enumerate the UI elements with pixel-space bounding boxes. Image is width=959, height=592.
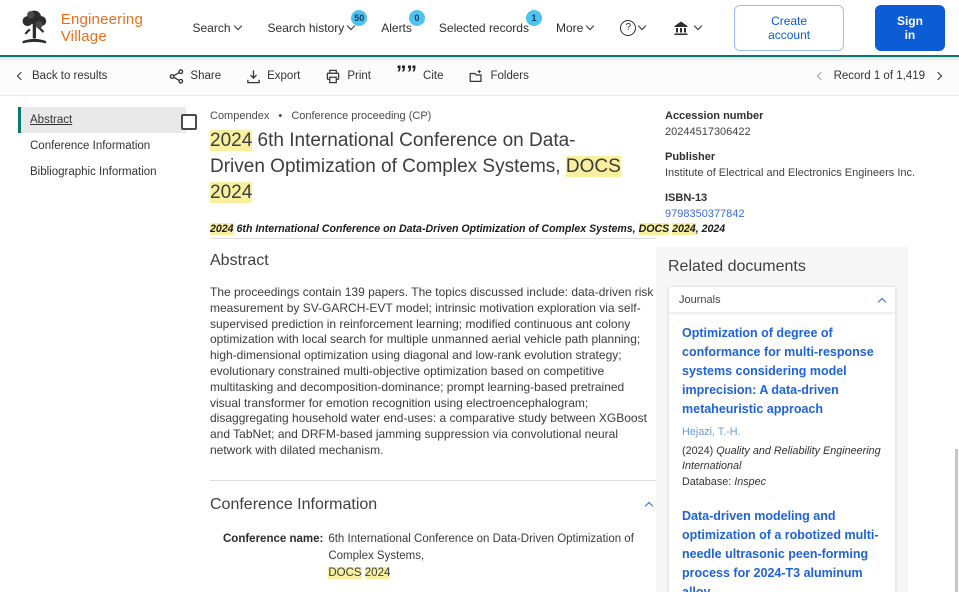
publisher-value: Institute of Electrical and Electronics …	[665, 167, 950, 179]
print-icon	[325, 69, 341, 84]
next-record-icon[interactable]	[934, 72, 942, 80]
record-toolbar: Back to results Share Export Print ””	[0, 57, 959, 96]
isbn-link[interactable]: 9798350377842	[665, 208, 950, 220]
article-authors[interactable]: Hejazi, T.-H.	[682, 424, 882, 441]
share-icon	[169, 69, 184, 84]
sidebar-item-bibliographic-information[interactable]: Bibliographic Information	[18, 159, 186, 185]
cite-button[interactable]: ”” Cite	[396, 70, 443, 82]
chevron-down-icon	[233, 22, 241, 30]
page-scrollbar[interactable]	[955, 449, 958, 592]
record-header: Compendex • Conference proceeding (CP) 2…	[210, 110, 650, 235]
conference-name-field: Conference name: 6th International Confe…	[223, 531, 656, 582]
related-documents-panel: Related documents Journals Optimization …	[656, 247, 908, 592]
export-button[interactable]: Export	[246, 69, 300, 84]
related-documents-heading: Related documents	[668, 258, 908, 276]
record-meta: Accession number 20244517306422 Publishe…	[665, 110, 950, 233]
chevron-up-icon	[645, 502, 653, 510]
question-circle-icon: ?	[620, 20, 636, 36]
nav-search-history[interactable]: Search history 50	[268, 21, 355, 35]
cite-icon: ””	[396, 70, 417, 82]
section-sidebar: Abstract Conference Information Bibliogr…	[18, 107, 186, 185]
institution-bank-icon	[672, 20, 690, 36]
nav-help[interactable]: ?	[620, 20, 645, 36]
back-to-results-link[interactable]: Back to results	[18, 70, 107, 82]
article-journal: (2024) Quality and Reliability Engineeri…	[682, 444, 882, 474]
chevron-down-icon	[694, 22, 702, 30]
accession-number-value: 20244517306422	[665, 126, 950, 138]
nav-menu: Search Search history 50 Alerts 0 Select…	[192, 5, 945, 51]
record-citation: 2024 6th International Conference on Dat…	[210, 223, 650, 235]
abstract-text: The proceedings contain 139 papers. The …	[210, 285, 656, 459]
journals-accordion-header[interactable]: Journals	[669, 287, 895, 313]
record-position: Record 1 of 1,419	[834, 70, 925, 82]
brand-name: Engineering Village	[61, 11, 193, 45]
previous-record-icon[interactable]	[816, 72, 824, 80]
nav-search[interactable]: Search	[192, 21, 240, 35]
conference-information-heading: Conference Information	[210, 496, 377, 514]
record-actions: Share Export Print ”” Cite Folders	[169, 69, 528, 84]
record-title: 2024 6th International Conference on Dat…	[210, 128, 650, 206]
conference-fields: Conference name: 6th International Confe…	[223, 531, 656, 592]
record-source-line: Compendex • Conference proceeding (CP)	[210, 110, 650, 122]
chevron-down-icon	[586, 22, 594, 30]
record-pagination: Record 1 of 1,419	[818, 70, 941, 82]
abstract-section: Abstract The proceedings contain 139 pap…	[210, 238, 656, 459]
brand[interactable]: Engineering Village	[18, 9, 192, 46]
document-type: Conference proceeding (CP)	[291, 110, 431, 122]
nav-selected-records[interactable]: Selected records 1	[439, 21, 529, 35]
print-button[interactable]: Print	[325, 69, 371, 84]
nav-more[interactable]: More	[556, 21, 593, 35]
collapse-section-button[interactable]	[642, 494, 656, 516]
folders-button[interactable]: Folders	[468, 69, 528, 84]
article-title-link[interactable]: Optimization of degree of conformance fo…	[682, 324, 882, 419]
related-articles-list: Optimization of degree of conformance fo…	[669, 313, 895, 592]
alerts-badge: 0	[409, 10, 425, 26]
search-history-badge: 50	[351, 10, 367, 26]
selected-records-badge: 1	[526, 10, 542, 26]
sidebar-item-abstract[interactable]: Abstract	[18, 107, 186, 133]
database-name: Compendex	[210, 110, 269, 122]
record-select-checkbox[interactable]	[181, 114, 197, 130]
nav-institution[interactable]	[672, 20, 701, 36]
nav-alerts[interactable]: Alerts 0	[381, 21, 412, 35]
article-title-link[interactable]: Data-driven modeling and optimization of…	[682, 507, 882, 592]
chevron-up-icon	[878, 297, 886, 305]
article-database: Database: Inspec	[682, 476, 882, 488]
share-button[interactable]: Share	[169, 69, 221, 84]
conference-information-section: Conference Information Conference name: …	[210, 480, 656, 592]
main-column: Abstract The proceedings contain 139 pap…	[210, 238, 656, 592]
folders-icon	[468, 69, 484, 84]
elsevier-tree-logo	[18, 9, 51, 46]
related-documents-card: Journals Optimization of degree of confo…	[668, 286, 896, 592]
sign-in-button[interactable]: Sign in	[875, 5, 945, 51]
abstract-heading: Abstract	[210, 252, 269, 270]
create-account-button[interactable]: Create account	[734, 5, 844, 51]
export-icon	[246, 69, 261, 84]
record-content: Abstract Conference Information Bibliogr…	[0, 96, 959, 592]
chevron-down-icon	[638, 22, 646, 30]
related-article: Optimization of degree of conformance fo…	[682, 324, 882, 488]
sidebar-item-conference-information[interactable]: Conference Information	[18, 133, 186, 159]
top-navbar: Engineering Village Search Search histor…	[0, 0, 959, 57]
chevron-left-icon	[17, 72, 25, 80]
related-article: Data-driven modeling and optimization of…	[682, 507, 882, 592]
